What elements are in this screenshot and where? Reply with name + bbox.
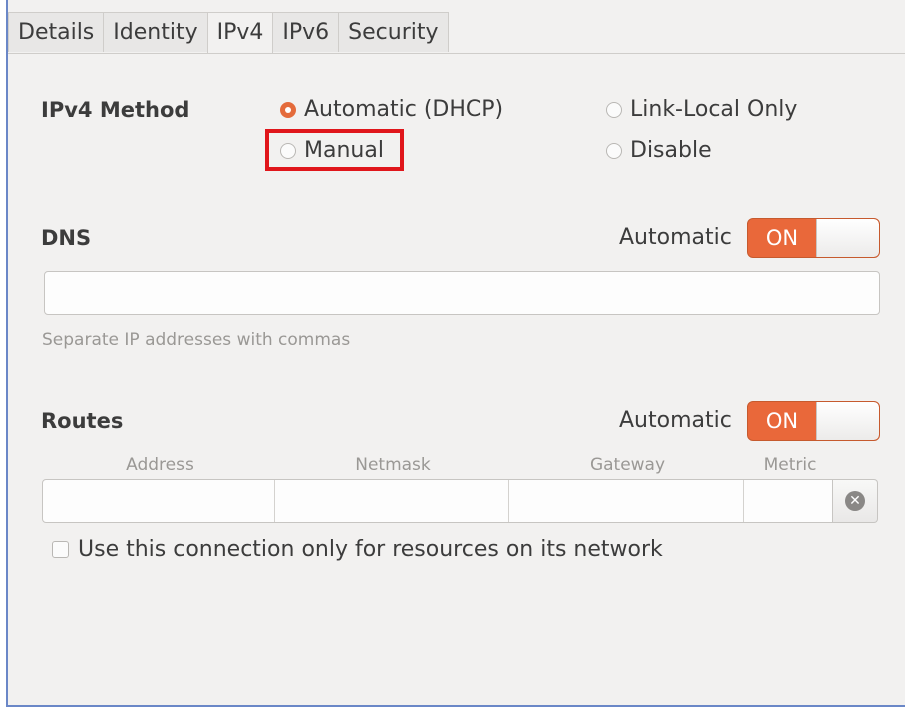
routes-label: Routes: [41, 409, 124, 433]
route-metric-input[interactable]: [744, 480, 833, 522]
radio-checked-icon: [280, 101, 296, 118]
routes-automatic-switch[interactable]: ON: [747, 401, 880, 441]
switch-knob: [816, 402, 879, 440]
tab-ipv6[interactable]: IPv6: [272, 12, 340, 52]
switch-on-label: ON: [765, 409, 799, 433]
ipv4-method-label: IPv4 Method: [41, 98, 190, 122]
manual-option-highlight: [265, 129, 404, 171]
switch-knob: [816, 219, 879, 257]
restrict-to-network-label: Use this connection only for resources o…: [78, 537, 663, 562]
routes-automatic-label: Automatic: [619, 408, 732, 433]
radio-label-automatic-dhcp: Automatic (DHCP): [304, 97, 504, 122]
dns-label: DNS: [41, 226, 92, 250]
switch-on-label: ON: [765, 226, 799, 250]
dns-servers-input[interactable]: [44, 271, 880, 315]
tab-divider: [8, 53, 905, 54]
dns-automatic-switch[interactable]: ON: [747, 218, 880, 258]
tab-security[interactable]: Security: [338, 12, 449, 52]
radio-link-local-only[interactable]: Link-Local Only: [606, 97, 797, 122]
column-header-address: Address: [126, 455, 194, 475]
column-header-netmask: Netmask: [355, 455, 431, 475]
route-gateway-input[interactable]: [509, 480, 744, 522]
radio-unchecked-icon: [606, 101, 622, 118]
restrict-to-network-option[interactable]: Use this connection only for resources o…: [52, 537, 663, 562]
delete-route-button[interactable]: ✕: [833, 479, 878, 523]
dns-automatic-label: Automatic: [619, 225, 732, 250]
clear-circle-icon: ✕: [845, 491, 865, 511]
radio-label-disable: Disable: [630, 138, 712, 163]
dns-hint: Separate IP addresses with commas: [42, 330, 351, 350]
tab-bar: Details Identity IPv4 IPv6 Security: [8, 12, 449, 54]
radio-unchecked-icon: [606, 142, 622, 159]
radio-automatic-dhcp[interactable]: Automatic (DHCP): [280, 97, 503, 122]
tab-identity[interactable]: Identity: [103, 12, 208, 52]
tab-details[interactable]: Details: [8, 12, 105, 52]
route-address-input[interactable]: [43, 480, 275, 522]
tab-ipv4[interactable]: IPv4: [206, 12, 274, 54]
radio-disable[interactable]: Disable: [606, 138, 712, 163]
ipv4-settings-panel: Details Identity IPv4 IPv6 Security IPv4…: [6, 0, 905, 707]
checkbox-unchecked-icon[interactable]: [52, 541, 69, 558]
route-entry-row: [42, 479, 834, 523]
route-netmask-input[interactable]: [275, 480, 509, 522]
radio-label-link-local-only: Link-Local Only: [630, 97, 798, 122]
column-header-metric: Metric: [763, 455, 817, 475]
column-header-gateway: Gateway: [589, 455, 666, 475]
